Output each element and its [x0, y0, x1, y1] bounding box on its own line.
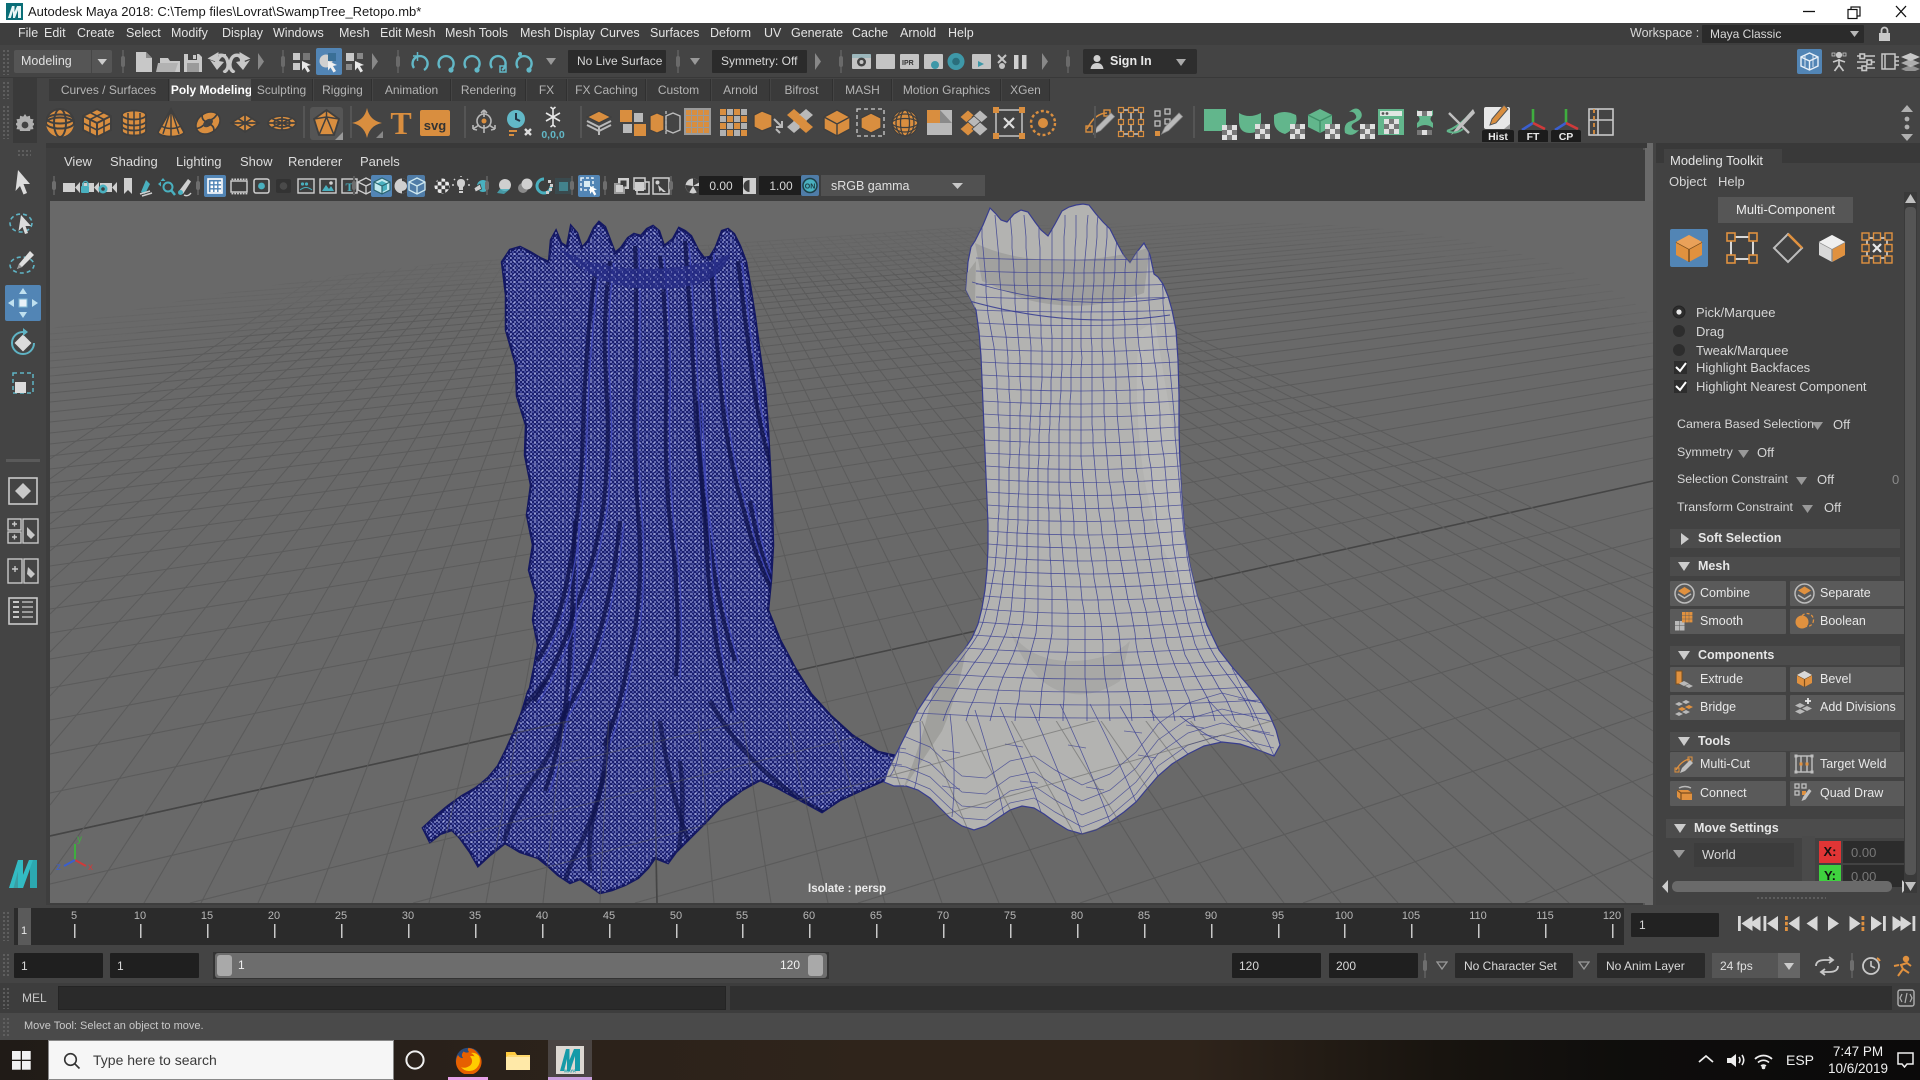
svg-text:0,0,0: 0,0,0: [541, 129, 565, 141]
svg-text:105: 105: [1402, 910, 1420, 922]
svg-text:IPR: IPR: [902, 60, 914, 67]
svg-text:85: 85: [1138, 910, 1150, 922]
svg-text:y: y: [77, 834, 82, 845]
svg-text:20: 20: [268, 910, 280, 922]
svg-text:15: 15: [201, 910, 213, 922]
svg-text:10: 10: [134, 910, 146, 922]
svg-text:50: 50: [670, 910, 682, 922]
svg-text:CP: CP: [1559, 131, 1574, 142]
svg-text:110: 110: [1469, 910, 1487, 922]
svg-text:Hist: Hist: [1488, 131, 1508, 142]
svg-text:Isolate : persp: Isolate : persp: [808, 883, 886, 895]
svg-text:60: 60: [803, 910, 815, 922]
svg-text:1.00: 1.00: [769, 179, 793, 193]
svg-text:T: T: [390, 105, 411, 141]
svg-text:65: 65: [870, 910, 882, 922]
svg-text:40: 40: [536, 910, 548, 922]
svg-text:Pick/Marquee: Pick/Marquee: [1696, 305, 1775, 320]
svg-text:MAYA: MAYA: [564, 1069, 576, 1074]
svg-text:55: 55: [736, 910, 748, 922]
svg-text:x: x: [88, 862, 93, 873]
svg-text:95: 95: [1272, 910, 1284, 922]
svg-text:5: 5: [71, 910, 77, 922]
svg-text:svg: svg: [424, 118, 446, 133]
svg-text:sRGB gamma: sRGB gamma: [831, 179, 910, 193]
svg-text:80: 80: [1071, 910, 1083, 922]
svg-text:Drag: Drag: [1696, 324, 1724, 339]
svg-text:35: 35: [469, 910, 481, 922]
svg-text:100: 100: [1335, 910, 1353, 922]
svg-text:ON: ON: [805, 184, 816, 191]
svg-text:70: 70: [937, 910, 949, 922]
svg-text:90: 90: [1205, 910, 1217, 922]
svg-text:30: 30: [402, 910, 414, 922]
svg-text:0.00: 0.00: [709, 179, 733, 193]
svg-text:75: 75: [1004, 910, 1016, 922]
svg-text:z: z: [56, 862, 61, 873]
svg-text:Tweak/Marquee: Tweak/Marquee: [1696, 343, 1789, 358]
svg-text:115: 115: [1536, 910, 1554, 922]
svg-text:FT: FT: [1527, 131, 1540, 142]
svg-text:Highlight Nearest Component: Highlight Nearest Component: [1696, 379, 1867, 394]
svg-text:25: 25: [335, 910, 347, 922]
svg-text:45: 45: [603, 910, 615, 922]
svg-text:Highlight Backfaces: Highlight Backfaces: [1696, 360, 1811, 375]
svg-text:120: 120: [1603, 910, 1621, 922]
